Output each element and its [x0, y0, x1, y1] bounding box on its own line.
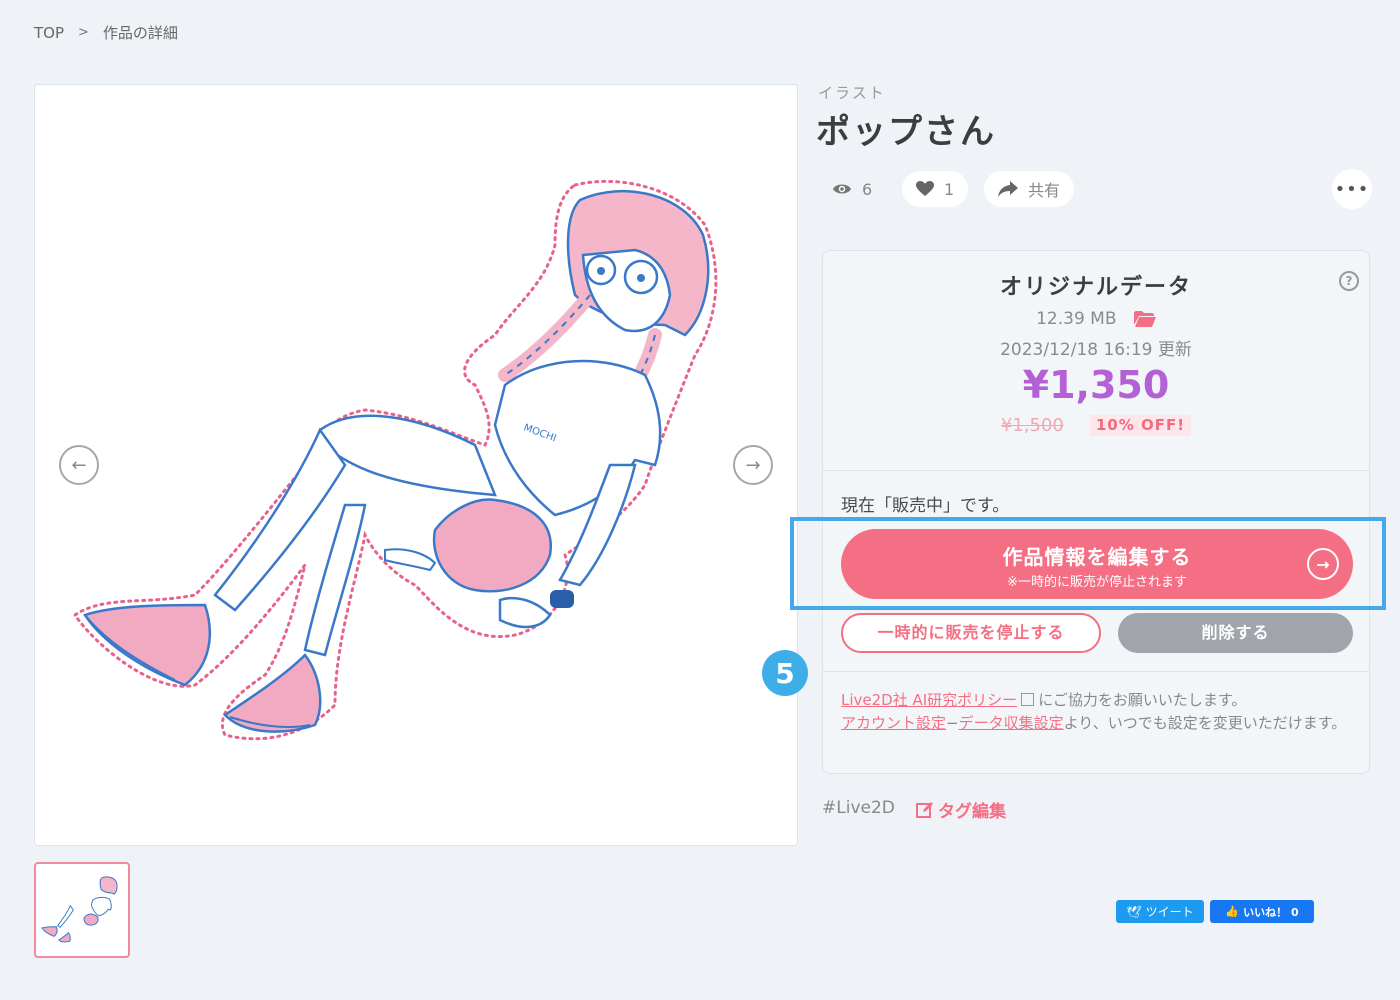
view-count-value: 6: [862, 179, 873, 199]
edit-tags-button[interactable]: タグ編集: [916, 797, 1006, 822]
data-title: オリジナルデータ: [999, 275, 1192, 300]
edit-tags-label: タグ編集: [938, 802, 1006, 822]
thumbnail-1[interactable]: [34, 862, 130, 958]
page-title: ポップさん: [816, 112, 996, 152]
folder-icon[interactable]: [1133, 311, 1156, 332]
work-category: イラスト: [818, 84, 886, 102]
highlight-box: [790, 517, 1386, 610]
next-image-button[interactable]: →: [733, 445, 773, 485]
ai-policy-notice: Live2D社 AI研究ポリシー にご協力をお願いいたします。 アカウント設定−デ…: [841, 689, 1353, 735]
edit-icon: [916, 801, 933, 818]
breadcrumb-current: 作品の詳細: [102, 24, 178, 42]
file-size: 12.39 MB: [1036, 309, 1117, 329]
product-info: ? オリジナルデータ 12.39 MB 2023/12/18 16:19 更新 …: [823, 251, 1369, 471]
artwork-illustration: MOCHI: [72, 179, 718, 741]
breadcrumb-separator: >: [78, 25, 89, 40]
more-options-button[interactable]: •••: [1332, 169, 1372, 209]
breadcrumb-top-link[interactable]: TOP: [34, 24, 64, 42]
divider: [823, 671, 1369, 672]
policy-text-1: にご協力をお願いいたします。: [1038, 691, 1247, 709]
facebook-like-button[interactable]: 👍 いいね！ 0: [1210, 900, 1314, 923]
discount-badge: 10% OFF!: [1089, 415, 1192, 436]
thumbs-up-icon: 👍: [1225, 905, 1240, 918]
step-badge: 5: [762, 650, 808, 696]
thumbnail-image: [41, 876, 118, 943]
heart-icon: [916, 181, 934, 196]
like-count: 1: [944, 179, 955, 199]
view-count: 6: [832, 168, 872, 210]
twitter-bird-icon: 🕊: [1126, 904, 1142, 919]
share-icon: [998, 181, 1018, 197]
facebook-like-label: いいね！ 0: [1243, 905, 1299, 919]
external-link-icon: [1021, 693, 1035, 706]
artwork-viewer: MOCHI ← →: [34, 84, 798, 846]
account-settings-link[interactable]: アカウント設定: [841, 714, 946, 732]
ai-policy-link[interactable]: Live2D社 AI研究ポリシー: [841, 691, 1017, 709]
updated-date: 2023/12/18 16:19 更新: [1000, 340, 1192, 360]
tweet-label: ツイート: [1145, 905, 1194, 919]
policy-text-2: より、いつでも設定を変更いただけます。: [1063, 714, 1347, 732]
delete-button[interactable]: 削除する: [1118, 613, 1353, 653]
breadcrumb: TOP > 作品の詳細: [34, 22, 178, 43]
tweet-button[interactable]: 🕊 ツイート: [1116, 900, 1204, 923]
data-collection-settings-link[interactable]: データ収集設定: [959, 714, 1064, 732]
stop-sale-button[interactable]: 一時的に販売を停止する: [841, 613, 1101, 653]
policy-dash: −: [946, 714, 959, 732]
original-data-card: ? オリジナルデータ 12.39 MB 2023/12/18 16:19 更新 …: [822, 250, 1370, 774]
price-discount-row: ¥1,500 10% OFF!: [823, 415, 1369, 436]
previous-image-button[interactable]: ←: [59, 445, 99, 485]
arrow-left-icon: ←: [71, 454, 87, 476]
sale-status: 現在「販売中」です。: [841, 496, 1010, 516]
share-label: 共有: [1028, 181, 1061, 200]
eye-icon: [833, 184, 851, 194]
current-price: ¥1,350: [1022, 363, 1170, 407]
tag-live2d[interactable]: #Live2D: [822, 798, 895, 818]
share-button[interactable]: 共有: [984, 171, 1075, 207]
stats-bar: 6 1 共有 •••: [822, 168, 1372, 210]
file-size-row: 12.39 MB: [823, 309, 1369, 332]
original-price: ¥1,500: [1000, 415, 1064, 436]
like-button[interactable]: 1: [902, 171, 969, 207]
arrow-right-icon: →: [745, 454, 761, 476]
